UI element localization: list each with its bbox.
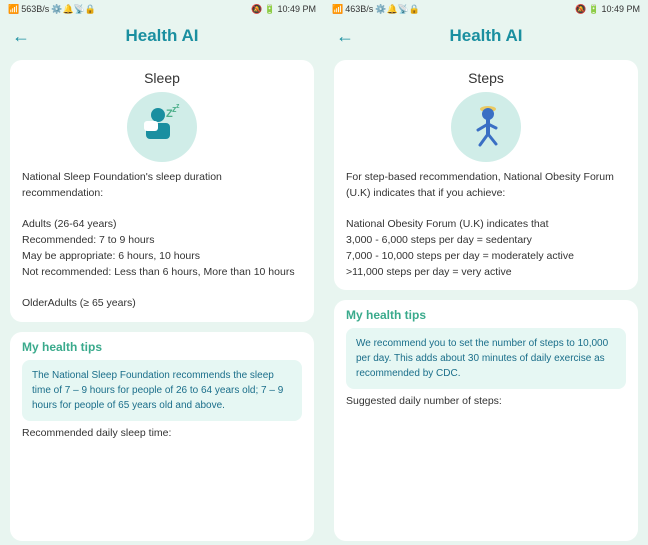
steps-icon-circle	[451, 92, 521, 162]
steps-tips-section: My health tips We recommend you to set t…	[334, 300, 638, 541]
header-title-left: Health AI	[125, 26, 198, 46]
icons-right: ⚙️🔔📡🔒	[375, 4, 420, 15]
steps-card-title: Steps	[346, 70, 626, 86]
steps-tips-label: Suggested daily number of steps:	[346, 395, 626, 407]
steps-details: National Obesity Forum (U.K) indicates t…	[346, 217, 626, 280]
status-left-left: 📶 563B/s ⚙️🔔📡🔒	[8, 4, 96, 15]
status-bar-left: 📶 563B/s ⚙️🔔📡🔒 🔕 🔋 10:49 PM	[0, 0, 324, 18]
status-bar-right: 📶 463B/s ⚙️🔔📡🔒 🔕 🔋 10:49 PM	[324, 0, 648, 18]
status-right-left: 🔕 🔋 10:49 PM	[251, 4, 316, 15]
sleep-icon: Z z z	[136, 101, 188, 153]
sleep-tips-box: The National Sleep Foundation recommends…	[22, 360, 302, 421]
steps-intro: For step-based recommendation, National …	[346, 170, 626, 202]
sleep-tips-title: My health tips	[22, 340, 302, 354]
status-left-right: 📶 463B/s ⚙️🔔📡🔒	[332, 4, 420, 15]
header-right: ← Health AI	[324, 18, 648, 54]
sleep-card-body: National Sleep Foundation's sleep durati…	[22, 170, 302, 312]
time-left: 10:49 PM	[277, 4, 316, 14]
signal-icon-right: 📶	[332, 4, 343, 15]
steps-card: Steps For step-based recommendat	[334, 60, 638, 290]
right-panel: 📶 463B/s ⚙️🔔📡🔒 🔕 🔋 10:49 PM ← Health AI …	[324, 0, 648, 545]
mute-icon-left: 🔕	[251, 4, 262, 15]
mute-icon-right: 🔕	[575, 4, 586, 15]
speed-right: 463B/s	[345, 4, 373, 14]
sleep-older: OlderAdults (≥ 65 years)	[22, 296, 302, 312]
steps-tips-box: We recommend you to set the number of st…	[346, 328, 626, 389]
steps-card-body: For step-based recommendation, National …	[346, 170, 626, 280]
time-right: 10:49 PM	[601, 4, 640, 14]
sleep-icon-circle: Z z z	[127, 92, 197, 162]
back-button-left[interactable]: ←	[12, 26, 30, 47]
sleep-card: Sleep Z z z National Sleep Foundation's …	[10, 60, 314, 322]
steps-icon	[460, 101, 512, 153]
sleep-card-title: Sleep	[22, 70, 302, 86]
signal-icon: 📶	[8, 4, 19, 15]
battery-icon-right: 🔋	[588, 4, 599, 15]
status-right-right: 🔕 🔋 10:49 PM	[575, 4, 640, 15]
sleep-intro: National Sleep Foundation's sleep durati…	[22, 170, 302, 202]
sleep-adults: Adults (26-64 years)Recommended: 7 to 9 …	[22, 217, 302, 280]
sleep-tips-label: Recommended daily sleep time:	[22, 427, 302, 439]
steps-tips-title: My health tips	[346, 308, 626, 322]
speed-left: 563B/s	[21, 4, 49, 14]
icons-left: ⚙️🔔📡🔒	[51, 4, 96, 15]
header-title-right: Health AI	[449, 26, 522, 46]
back-button-right[interactable]: ←	[336, 26, 354, 47]
sleep-tips-section: My health tips The National Sleep Founda…	[10, 332, 314, 541]
left-panel: 📶 563B/s ⚙️🔔📡🔒 🔕 🔋 10:49 PM ← Health AI …	[0, 0, 324, 545]
battery-icon-left: 🔋	[264, 4, 275, 15]
svg-text:z: z	[176, 103, 180, 110]
header-left: ← Health AI	[0, 18, 324, 54]
